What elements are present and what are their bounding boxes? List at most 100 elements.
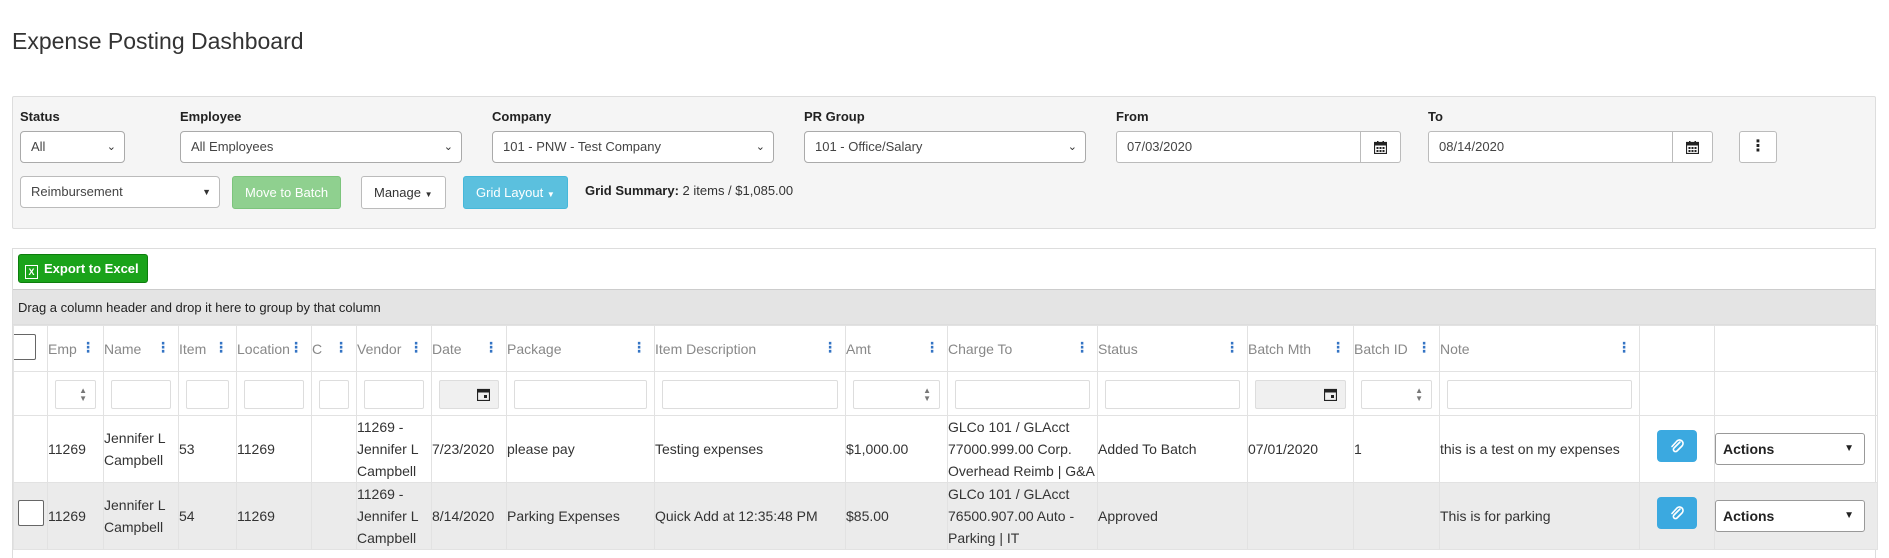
column-menu-icon[interactable]: ⋮ [1417,340,1431,354]
date-filter-input[interactable] [439,380,499,409]
location-filter-input[interactable] [244,380,304,409]
pr-group-select[interactable]: 101 - Office/Salary ⌄ [804,131,1086,163]
filter-cell [506,371,655,416]
name-filter-input[interactable] [111,380,171,409]
column-menu-icon[interactable]: ⋮ [1331,340,1345,354]
caret-down-icon: ▼ [1844,510,1854,521]
note-cell: this is a test on my expenses [1439,415,1640,483]
status-select[interactable]: All ⌄ [20,131,125,163]
note-filter-input[interactable] [1447,380,1632,409]
grid-layout-button[interactable]: Grid Layout ▼ [463,176,568,209]
batch-mth-cell: 07/01/2020 [1247,415,1354,483]
column-menu-icon[interactable]: ⋮ [823,340,837,354]
date-cell: 7/23/2020 [431,415,507,483]
emp-filter-input[interactable]: ▲ ▼ [55,380,96,409]
actions-dropdown[interactable]: Actions ▼ [1715,500,1865,532]
grid-layout-label: Grid Layout [476,185,544,200]
description-filter-input[interactable] [662,380,838,409]
column-header[interactable]: Note ⋮ [1439,325,1640,372]
column-menu-icon[interactable]: ⋮ [925,340,939,354]
calendar-icon[interactable] [477,388,490,401]
column-menu-icon[interactable]: ⋮ [289,340,303,354]
row-checkbox[interactable] [17,500,44,526]
column-header[interactable]: Status ⋮ [1097,325,1248,372]
spinner-icon[interactable]: ▲ ▼ [79,387,87,403]
to-calendar-button[interactable] [1673,131,1713,163]
spinner-icon[interactable]: ▲ ▼ [923,387,931,403]
caret-down-icon: ▼ [1844,443,1854,454]
row-select-cell[interactable] [13,415,48,483]
column-header[interactable]: Item ⋮ [178,325,237,372]
column-menu-icon[interactable]: ⋮ [334,340,348,354]
chevron-down-icon: ⌄ [443,141,453,153]
package-filter-input[interactable] [514,380,647,409]
filter-cell [1439,371,1640,416]
c-cell [311,415,357,483]
item-cell: 54 [178,482,237,550]
emp-cell: 11269 [47,482,104,550]
column-header[interactable]: Batch ID ⋮ [1353,325,1440,372]
filter-cell [1247,371,1354,416]
from-calendar-button[interactable] [1361,131,1401,163]
actions-label: Actions [1723,508,1775,524]
employee-select[interactable]: All Employees ⌄ [180,131,462,163]
attachment-button[interactable] [1657,430,1697,462]
spinner-icon[interactable]: ▲ ▼ [1415,387,1423,403]
move-to-batch-button[interactable]: Move to Batch [232,176,342,209]
column-title: Name [104,340,142,357]
column-header[interactable]: Charge To ⋮ [947,325,1098,372]
filter-cell [1714,371,1878,416]
item-filter-input[interactable] [186,380,229,409]
description-cell: Quick Add at 12:35:48 PM [654,482,846,550]
column-menu-icon[interactable]: ⋮ [632,340,646,354]
group-by-panel[interactable]: Drag a column header and drop it here to… [13,289,1875,325]
calendar-icon[interactable] [1324,388,1337,401]
column-header[interactable]: Package ⋮ [506,325,655,372]
column-header[interactable]: Item Description ⋮ [654,325,846,372]
item-cell: 53 [178,415,237,483]
company-select[interactable]: 101 - PNW - Test Company ⌄ [492,131,774,163]
column-menu-icon[interactable]: ⋮ [1075,340,1089,354]
column-menu-icon[interactable]: ⋮ [81,340,95,354]
column-menu-icon[interactable]: ⋮ [484,340,498,354]
column-title: Vendor [357,340,402,357]
company-value: 101 - PNW - Test Company [503,139,661,154]
from-date-input[interactable]: 07/03/2020 [1116,131,1361,163]
caret-down-icon: ▼ [424,190,433,199]
batch-id-filter-input[interactable]: ▲ ▼ [1361,380,1432,409]
c-filter-input[interactable] [319,380,349,409]
amt-filter-input[interactable]: ▲ ▼ [853,380,940,409]
actions-label: Actions [1723,441,1775,457]
table-row[interactable]: 11269 Jennifer L Campbell 53 11269 11269… [13,415,1878,483]
column-header[interactable]: Name ⋮ [103,325,179,372]
actions-dropdown[interactable]: Actions ▼ [1715,433,1865,465]
column-menu-icon[interactable]: ⋮ [1617,340,1631,354]
chevron-down-icon: ⌄ [1067,141,1077,153]
table-row[interactable]: 11269 Jennifer L Campbell 54 11269 11269… [13,482,1878,550]
column-header[interactable]: C ⋮ [311,325,357,372]
manage-button[interactable]: Manage ▼ [361,176,446,209]
to-date-input[interactable]: 08/14/2020 [1428,131,1673,163]
column-menu-icon[interactable]: ⋮ [1225,340,1239,354]
more-options-button[interactable]: ⋮ [1739,131,1777,163]
column-header[interactable]: Emp ⋮ [47,325,104,372]
select-all-checkbox[interactable] [14,334,36,360]
attachment-button[interactable] [1657,497,1697,529]
expense-type-select[interactable]: Reimbursement ▼ [20,176,220,208]
vendor-filter-input[interactable] [364,380,424,409]
column-header[interactable]: Amt ⋮ [845,325,948,372]
select-all-header[interactable] [13,325,48,372]
batch-mth-filter-input[interactable] [1255,380,1346,409]
charge-to-filter-input[interactable] [955,380,1090,409]
column-header[interactable]: Location ⋮ [236,325,312,372]
column-menu-icon[interactable]: ⋮ [156,340,170,354]
status-filter-input[interactable] [1105,380,1240,409]
column-header[interactable]: Date ⋮ [431,325,507,372]
filter-cell [178,371,237,416]
column-header[interactable]: Vendor ⋮ [356,325,432,372]
export-to-excel-button[interactable]: X Export to Excel [18,254,148,283]
actions-column-header [1714,325,1878,372]
column-menu-icon[interactable]: ⋮ [214,340,228,354]
column-menu-icon[interactable]: ⋮ [409,340,423,354]
column-header[interactable]: Batch Mth ⋮ [1247,325,1354,372]
